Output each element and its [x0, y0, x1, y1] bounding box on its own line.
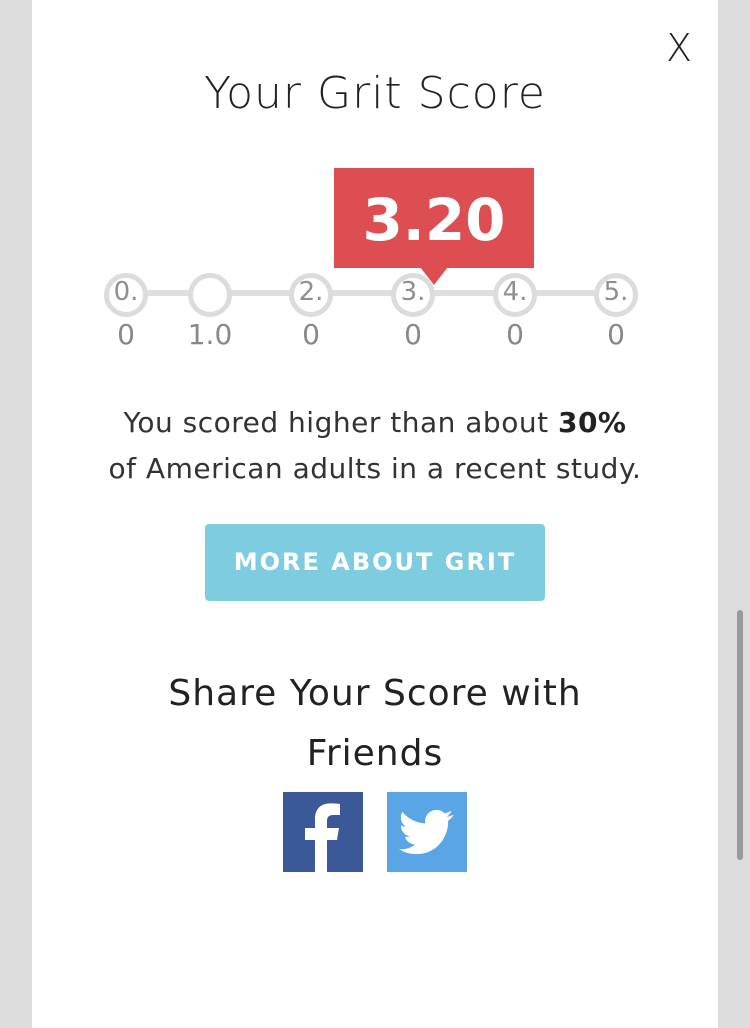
score-badge: 3.20 — [334, 168, 534, 268]
scrollbar[interactable] — [737, 610, 743, 860]
result-text: You scored higher than about 30% of Amer… — [0, 400, 750, 492]
close-button[interactable]: X — [664, 28, 694, 68]
scale-tick-top-label: 0. — [113, 277, 139, 307]
grit-score-modal — [32, 0, 718, 1028]
share-heading: Share Your Score with Friends — [0, 664, 750, 784]
result-prefix: You scored higher than about — [123, 406, 558, 439]
scale-tick-top-label: 5. — [603, 277, 629, 307]
facebook-icon — [305, 803, 340, 872]
scale-tick-bottom-label: 1.0 — [187, 318, 233, 351]
page-title: Your Grit Score — [204, 68, 546, 119]
scale-tick-top-label: 2. — [298, 277, 324, 307]
twitter-share-button[interactable] — [387, 792, 467, 872]
scale-tick-3[interactable]: 3. — [391, 273, 435, 317]
scale-tick-top-label: 4. — [502, 277, 528, 307]
scale-tick-2[interactable]: 2. — [289, 273, 333, 317]
scale-tick-bottom-label: 0 — [506, 318, 524, 351]
facebook-share-button[interactable] — [283, 792, 363, 872]
share-heading-line1: Share Your Score with — [168, 673, 582, 714]
scale-tick-top-label: 3. — [400, 277, 426, 307]
more-about-grit-button[interactable]: MORE ABOUT GRIT — [205, 524, 545, 601]
scale-tick-4[interactable]: 4. — [493, 273, 537, 317]
scale-tick-bottom-label: 0 — [404, 318, 422, 351]
result-percent: 30% — [557, 406, 627, 439]
scale-tick-bottom-label: 0 — [117, 318, 135, 351]
scale-tick-bottom-label: 0 — [607, 318, 625, 351]
share-heading-line2: Friends — [306, 733, 444, 774]
scale-tick-1[interactable] — [188, 273, 232, 317]
twitter-icon — [399, 809, 454, 855]
scale-tick-5[interactable]: 5. — [594, 273, 638, 317]
scale-tick-0[interactable]: 0. — [104, 273, 148, 317]
result-suffix: of American adults in a recent study. — [108, 452, 642, 485]
scale-tick-bottom-label: 0 — [302, 318, 320, 351]
